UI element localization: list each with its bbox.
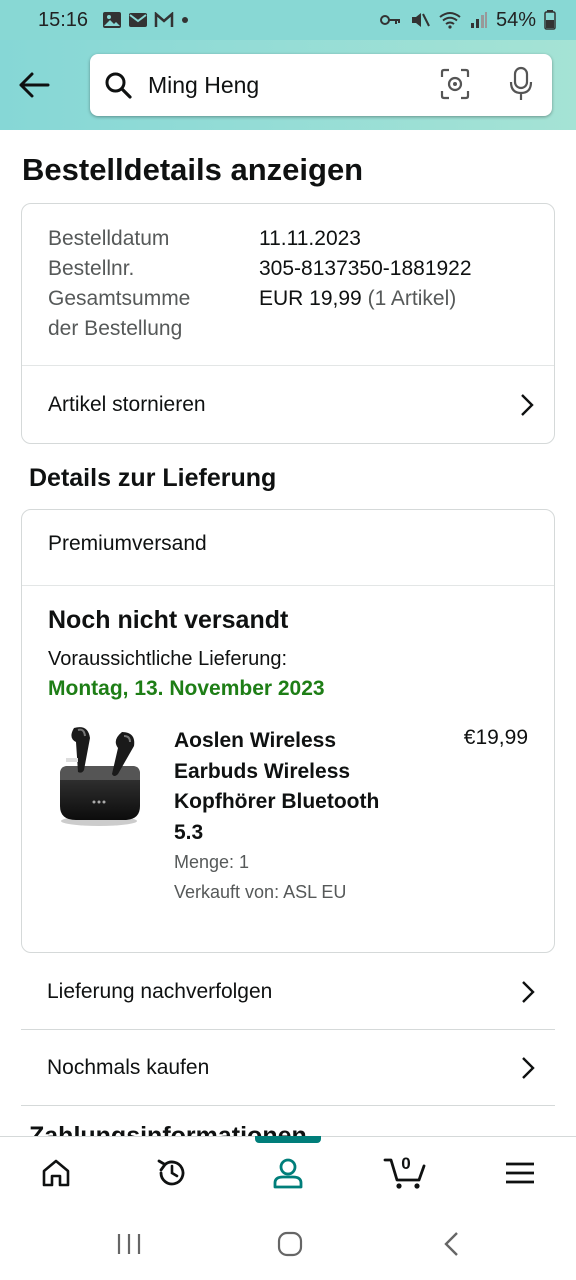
bottom-navigation: 0 [0,1136,576,1208]
system-back-button[interactable] [440,1230,464,1263]
battery-icon [544,10,556,30]
order-total-label-2: der Bestellung [48,317,183,340]
search-icon [105,72,132,99]
history-refresh-icon [157,1159,185,1186]
order-summary-card: Bestelldatum 11.11.2023 Bestellnr. 305-8… [21,203,555,444]
recent-apps-button[interactable] [116,1230,142,1263]
signal-icon [470,12,487,28]
product-price: €19,99 [463,726,528,749]
cart-count-badge: 0 [401,1154,411,1173]
active-tab-indicator [255,1136,321,1143]
hamburger-menu-icon [506,1162,534,1184]
search-query: Ming Heng [148,71,260,98]
main-content[interactable]: Bestelldetails anzeigen Bestelldatum 11.… [0,130,576,1136]
search-input[interactable]: Ming Heng [90,54,552,116]
home-circle-icon [277,1231,303,1257]
user-icon [273,1158,303,1189]
home-button[interactable] [276,1230,304,1263]
delivery-section-title: Details zur Lieferung [29,464,277,492]
home-icon [42,1159,70,1187]
key-icon [379,15,400,25]
voice-search-button[interactable] [508,66,534,107]
page-title: Bestelldetails anzeigen [22,152,364,187]
shipment-status: Noch nicht versandt [48,606,289,634]
buy-again-label: Nochmals kaufen [47,1055,210,1079]
back-chevron-icon [444,1232,458,1256]
nav-home[interactable] [34,1151,78,1195]
order-date-value: 11.11.2023 [259,227,361,250]
order-number-value: 305-8137350-1881922 [259,257,472,280]
gallery-icon [103,12,122,28]
delivery-card: Premiumversand Noch nicht versandt Vorau… [21,509,555,953]
order-number-label: Bestellnr. [48,257,135,280]
chevron-right-icon [521,394,534,416]
product-quantity: Menge: 1 [174,852,250,872]
recent-apps-icon [117,1234,141,1254]
system-navigation-bar [0,1208,576,1280]
gmail-icon [154,12,174,27]
mute-icon [411,13,430,27]
track-package-link[interactable]: Lieferung nachverfolgen [21,954,555,1030]
expected-delivery-date: Montag, 13. November 2023 [48,677,325,700]
camera-scan-icon [440,68,470,100]
nav-account[interactable] [266,1151,310,1195]
order-date-label: Bestelldatum [48,227,170,250]
dot-icon [182,17,189,23]
wifi-icon [439,12,461,29]
product-seller: Verkauft von: ASL EU [174,882,347,902]
mail-icon [129,13,148,27]
divider [22,585,554,586]
app-header: Ming Heng [0,40,576,130]
cancel-items-link[interactable]: Artikel stornieren [22,366,554,444]
microphone-icon [509,66,533,100]
product-title[interactable]: Aoslen Wireless Earbuds Wireless Kopfhör… [174,726,414,848]
back-button[interactable] [4,55,64,115]
expected-delivery-label: Voraussichtliche Lieferung: [48,648,288,670]
track-package-label: Lieferung nachverfolgen [47,979,273,1003]
shipping-type: Premiumversand [48,532,207,555]
arrow-left-icon [19,72,50,98]
total-item-count: (1 Artikel) [367,287,457,310]
cancel-items-label: Artikel stornieren [48,393,206,416]
buy-again-link[interactable]: Nochmals kaufen [21,1030,555,1106]
earbuds-case-image [60,727,140,826]
payment-section-title: Zahlungsinformationen [29,1122,307,1136]
total-amount: EUR 19,99 [259,287,362,310]
notification-icons [102,11,190,29]
nav-menu[interactable] [498,1151,542,1195]
order-total-value: EUR 19,99 (1 Artikel) [259,284,456,314]
chevron-right-icon [522,1056,535,1079]
product-image[interactable] [52,722,146,832]
nav-rufus[interactable] [150,1151,194,1195]
battery-percent: 54% [495,8,536,31]
order-total-label: Gesamtsumme [48,287,191,310]
camera-search-button[interactable] [440,68,470,105]
chevron-right-icon [522,980,535,1003]
status-time: 15:16 [38,8,89,31]
status-bar: 15:16 54% [0,0,576,40]
